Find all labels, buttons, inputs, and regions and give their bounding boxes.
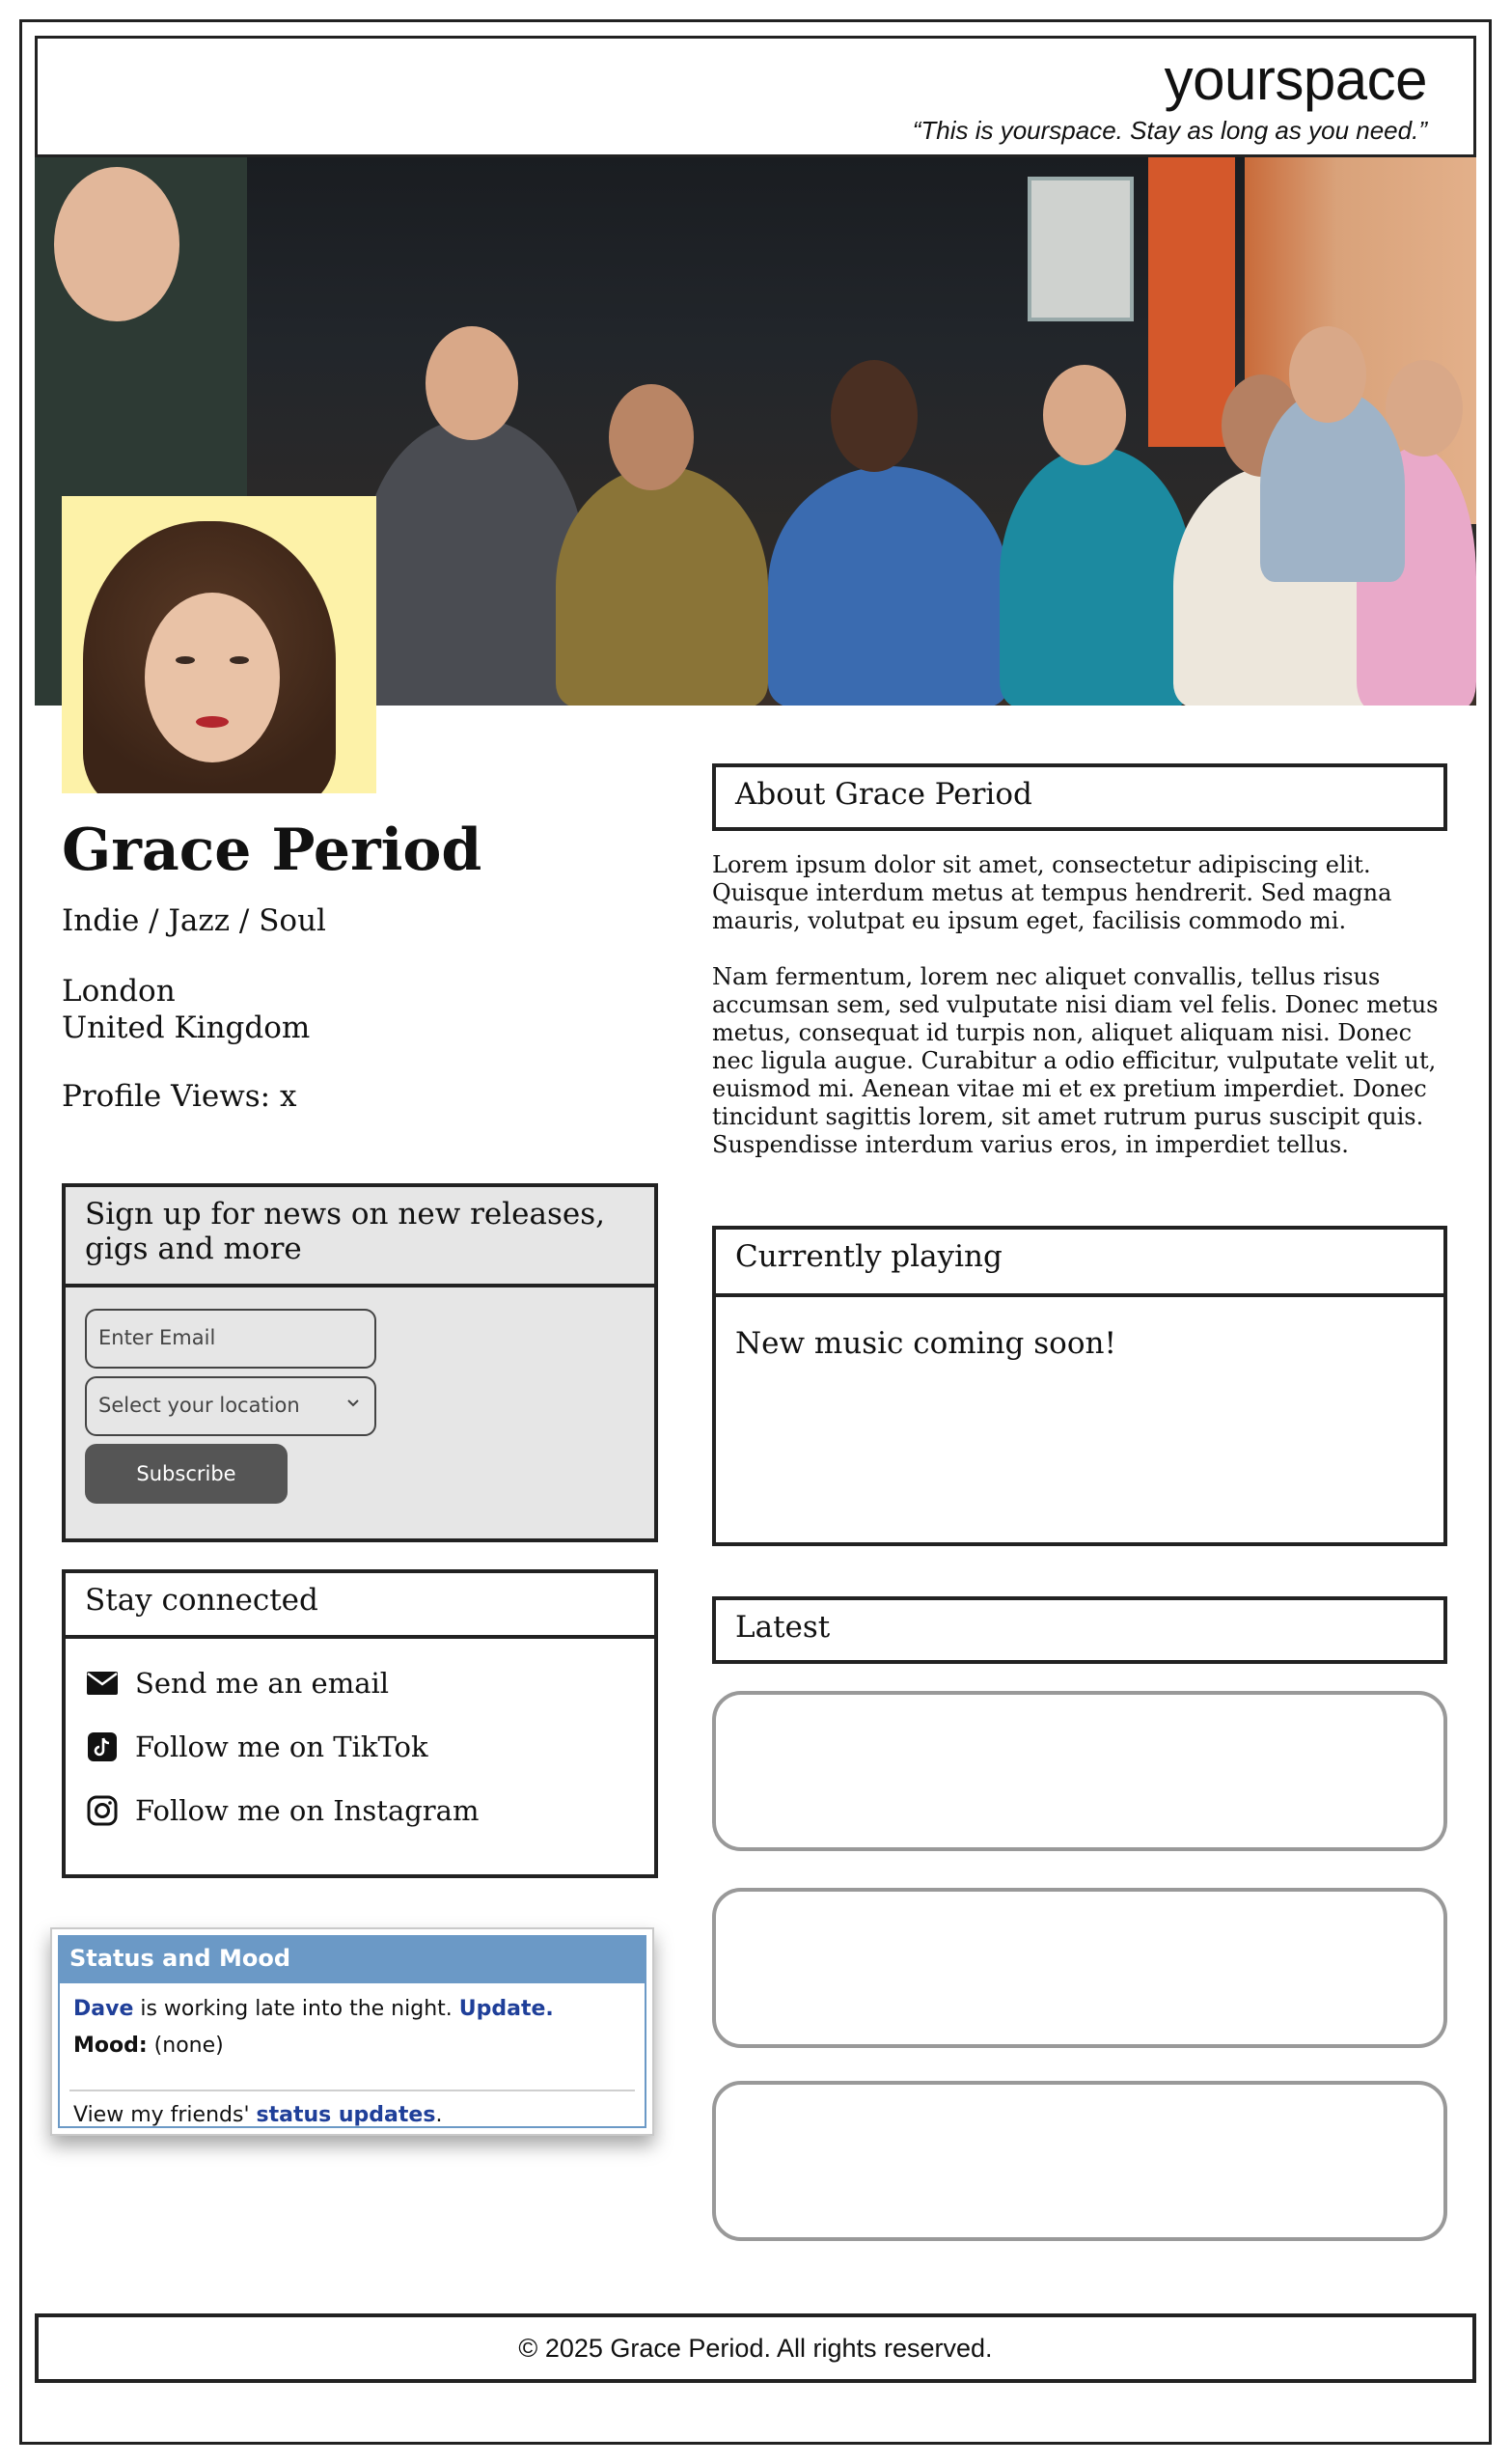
location-country: United Kingdom [62,1011,311,1045]
latest-header: Latest [712,1596,1447,1664]
envelope-icon [85,1666,120,1701]
tiktok-link-label: Follow me on TikTok [135,1730,428,1763]
status-divider [69,2090,635,2091]
email-field[interactable]: Enter Email [85,1309,376,1369]
mood-label: Mood: [73,2034,148,2058]
status-update-link[interactable]: Update. [459,1997,554,2021]
signup-title: Sign up for news on new releases, gigs a… [66,1187,654,1287]
about-title: About Grace Period [735,777,1032,812]
about-text: Lorem ipsum dolor sit amet, consectetur … [712,851,1455,1187]
profile-photo [62,496,376,793]
status-user-link[interactable]: Dave [73,1997,133,2021]
friends-status-link[interactable]: status updates [257,2103,436,2127]
subscribe-button[interactable]: Subscribe [85,1444,288,1504]
email-link[interactable]: Send me an email [85,1666,389,1701]
friends-suffix: . [435,2103,443,2127]
tiktok-link[interactable]: Follow me on TikTok [85,1730,428,1764]
status-line: Dave is working late into the night. Upd… [73,1997,554,2021]
playing-title: Currently playing [716,1230,1443,1297]
location-placeholder: Select your location [98,1394,300,1417]
artist-genres: Indie / Jazz / Soul [62,903,326,938]
status-title: Status and Mood [60,1937,645,1983]
location-city: London [62,974,176,1009]
instagram-icon [85,1793,120,1828]
latest-card[interactable] [712,1691,1447,1851]
location-select[interactable]: Select your location [85,1376,376,1436]
status-and-mood: Status and Mood Dave is working late int… [50,1927,654,2136]
tiktok-icon [85,1730,120,1764]
site-header: yourspace “This is yourspace. Stay as lo… [35,36,1476,157]
connect-title: Stay connected [66,1573,654,1639]
artist-name: Grace Period [62,817,482,884]
playing-text: New music coming soon! [735,1326,1116,1361]
mood-line: Mood: (none) [73,2034,224,2058]
artist-location: London United Kingdom [62,973,310,1046]
chevron-down-icon [345,1392,361,1416]
profile-views: Profile Views: x [62,1079,297,1114]
currently-playing: Currently playing New music coming soon! [712,1226,1447,1546]
site-tagline: “This is yourspace. Stay as long as you … [912,116,1427,145]
email-placeholder: Enter Email [98,1326,216,1349]
newsletter-signup: Sign up for news on new releases, gigs a… [62,1183,658,1542]
instagram-link[interactable]: Follow me on Instagram [85,1793,479,1828]
email-link-label: Send me an email [135,1667,390,1700]
about-paragraph: Nam fermentum, lorem nec aliquet convall… [712,963,1439,1158]
latest-title: Latest [735,1610,831,1645]
friends-prefix: View my friends' [73,2103,257,2127]
latest-card[interactable] [712,1888,1447,2048]
stay-connected: Stay connected Send me an email Follow m… [62,1569,658,1878]
about-paragraph: Lorem ipsum dolor sit amet, consectetur … [712,851,1392,934]
site-footer: © 2025 Grace Period. All rights reserved… [35,2313,1476,2383]
instagram-link-label: Follow me on Instagram [135,1794,480,1827]
latest-card[interactable] [712,2081,1447,2241]
friends-line: View my friends' status updates. [73,2103,442,2127]
status-text: is working late into the night. [133,1997,459,2021]
copyright-text: © 2025 Grace Period. All rights reserved… [518,2334,993,2363]
mood-value: (none) [147,2034,224,2058]
site-name[interactable]: yourspace [1165,46,1428,113]
about-header: About Grace Period [712,763,1447,831]
